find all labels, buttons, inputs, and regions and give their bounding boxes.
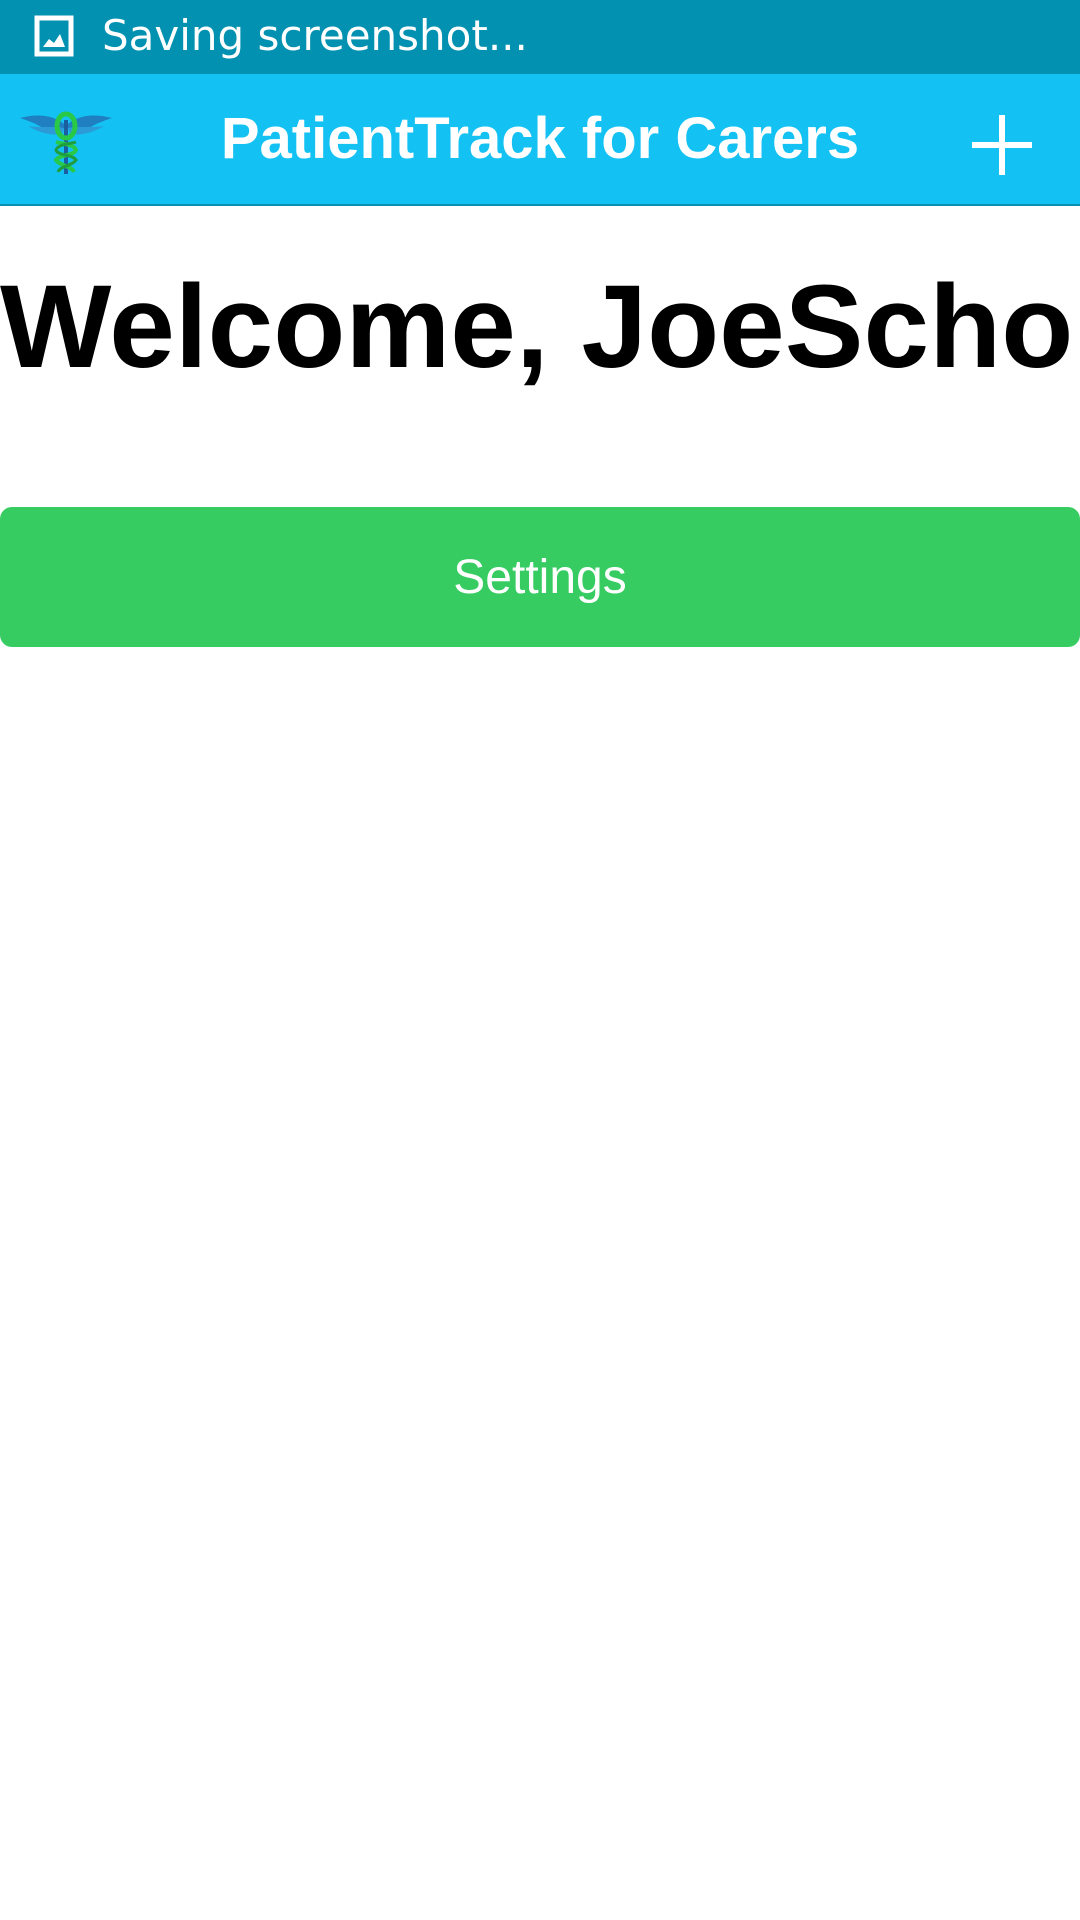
welcome-heading: Welcome, JoeScho!: [0, 261, 1080, 393]
app-bar: PatientTrack for Carers: [0, 74, 1080, 206]
status-bar: Saving screenshot...: [0, 0, 1080, 74]
status-notification-text: Saving screenshot...: [102, 11, 528, 60]
add-button[interactable]: [966, 110, 1036, 180]
plus-icon-vertical: [999, 115, 1005, 175]
screenshot-image-icon: [34, 15, 74, 57]
app-title: PatientTrack for Carers: [220, 106, 860, 171]
settings-button[interactable]: Settings: [0, 507, 1080, 647]
